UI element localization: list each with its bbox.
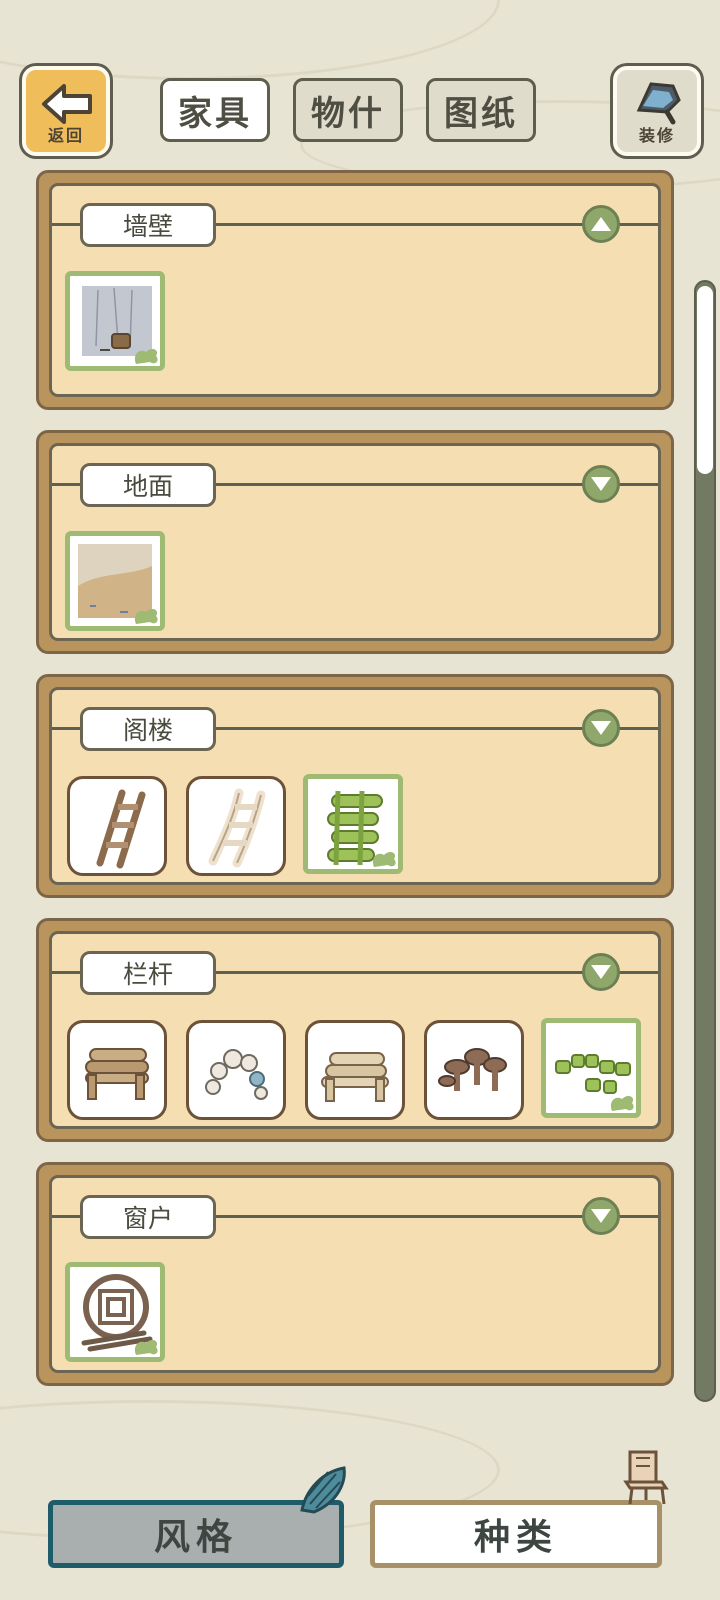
rail-stone-arch-image [205,1049,268,1100]
chevron-down-icon [591,1209,611,1223]
item-rail-log-bench[interactable] [67,1020,167,1120]
item-ladder-wood[interactable] [67,776,167,876]
paw-icon [372,852,396,867]
tab-furniture[interactable]: 家具 [160,78,270,142]
back-arrow-icon [42,84,92,124]
section-label-walls: 墙壁 [80,203,216,247]
section-label-windows: 窗户 [80,1195,216,1239]
rail-log-bench-image [85,1048,149,1100]
item-window-round[interactable] [65,1262,165,1362]
category-label: 种类 [473,1517,558,1558]
scrollbar[interactable] [694,280,716,1402]
section-windows: 窗户 [36,1162,674,1386]
chevron-down-icon [591,477,611,491]
scrollbar-thumb[interactable] [697,286,713,474]
paw-icon [134,609,158,624]
shell-icon [300,1466,346,1514]
paw-icon [134,349,158,364]
item-rail-stone-arch[interactable] [186,1020,286,1120]
chair-icon [623,1450,669,1505]
paw-icon [134,1340,158,1355]
paw-icon [610,1096,634,1111]
ladder-white-image [208,788,266,868]
section-loft: 阁楼 [36,674,674,898]
expand-toggle[interactable] [582,709,620,747]
item-floor-sand[interactable] [65,531,165,631]
section-label-railings: 栏杆 [80,951,216,995]
item-ladder-white[interactable] [186,776,286,876]
rail-mushrooms-image [438,1048,507,1091]
item-ladder-bamboo[interactable] [303,774,403,874]
collapse-toggle[interactable] [582,205,620,243]
item-wall-stone[interactable] [65,271,165,371]
expand-toggle[interactable] [582,1197,620,1235]
section-label-loft: 阁楼 [80,707,216,751]
section-walls: 墙壁 [36,170,674,410]
item-rail-bamboo-stumps[interactable] [541,1018,641,1118]
expand-toggle[interactable] [582,953,620,991]
section-label-floor: 地面 [80,463,216,507]
tab-blueprints[interactable]: 图纸 [426,78,536,142]
section-railings: 栏杆 [36,918,674,1142]
decorate-button[interactable]: 装修 [613,66,701,156]
chevron-down-icon [591,721,611,735]
section-floor: 地面 [36,430,674,654]
category-button[interactable]: 种类 [370,1500,662,1568]
brush-icon [636,82,681,125]
ladder-wood-image [96,789,146,869]
style-label: 风格 [153,1517,238,1558]
rail-light-log-image [321,1052,389,1102]
back-button[interactable]: 返回 [22,66,110,156]
chevron-down-icon [591,965,611,979]
expand-toggle[interactable] [582,465,620,503]
tab-objects[interactable]: 物什 [293,78,403,142]
item-rail-mushrooms[interactable] [424,1020,524,1120]
item-rail-light-log[interactable] [305,1020,405,1120]
chevron-up-icon [591,217,611,231]
